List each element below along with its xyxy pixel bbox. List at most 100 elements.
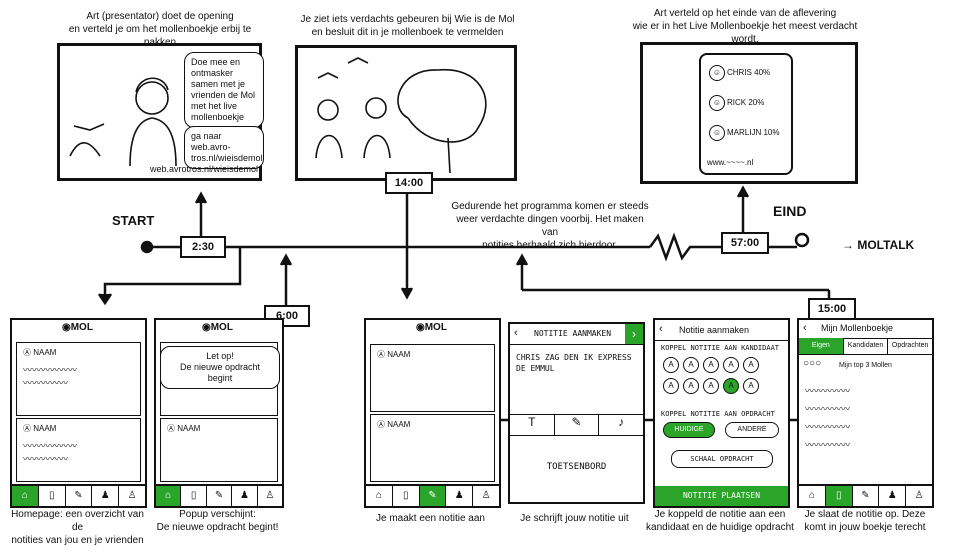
pen-icon[interactable]: ✎ — [207, 486, 233, 506]
panel2-caption: Je ziet iets verdachts gebeuren bij Wie … — [300, 14, 515, 38]
back-icon[interactable]: ‹ — [514, 327, 518, 339]
time-2-30: 2:30 — [180, 236, 226, 258]
text-icon[interactable]: T — [510, 415, 555, 435]
profile-icon[interactable]: ♙ — [906, 486, 932, 506]
back-icon[interactable]: ‹ — [803, 322, 807, 334]
book-icon[interactable]: ▯ — [39, 486, 66, 506]
next-button[interactable]: › — [625, 324, 643, 344]
screen-homepage: ◉MOL Ⓐ NAAM 〰〰〰〰〰〰 〰〰〰〰〰 Ⓐ NAAM 〰〰〰〰〰〰 〰〰〰〰〰… — [10, 318, 147, 508]
tab-bar: ⌂ ▯ ✎ ♟ ♙ — [799, 484, 932, 506]
note-card[interactable]: Ⓐ NAAM — [370, 344, 495, 412]
home-icon[interactable]: ⌂ — [366, 486, 393, 506]
mid-caption: Gedurende het programma komen er steeds … — [451, 201, 649, 251]
current-task-button[interactable]: HUIDIGE — [663, 422, 715, 438]
popup-message[interactable]: Let op! De nieuwe opdracht begint — [160, 346, 280, 389]
logo-icon: ◉MOL — [62, 322, 93, 333]
mic-icon[interactable]: ♪ — [599, 415, 643, 435]
screen-popup: ◉MOL Ⓐ NAAM Let op! De nieuwe opdracht b… — [154, 318, 284, 508]
note-card[interactable]: Ⓐ NAAM — [370, 414, 495, 482]
book-tabs: Eigen Kandidaten Opdrachten — [799, 338, 932, 355]
candidate-avatar[interactable]: A — [743, 357, 759, 373]
tab-bar: ⌂ ▯ ✎ ♟ ♙ — [366, 484, 499, 506]
panel1-frame: Doe mee en ontmasker samen met je vriend… — [57, 43, 264, 181]
screen-my-book: ‹ Mijn Mollenboekje Eigen Kandidaten Opd… — [797, 318, 934, 508]
candidate-avatar-selected[interactable]: A — [723, 378, 739, 394]
candidate-avatar[interactable]: A — [663, 378, 679, 394]
candidate-avatar[interactable]: A — [683, 378, 699, 394]
panel1-url: web.avrotros.nl/wieisdemol — [150, 164, 259, 174]
candidate-avatar[interactable]: A — [663, 357, 679, 373]
tab-eigen[interactable]: Eigen — [799, 338, 844, 354]
avatar-icon: Ⓐ — [377, 420, 388, 429]
pen-icon[interactable]: ✎ — [419, 486, 447, 506]
book-icon[interactable]: ▯ — [825, 486, 853, 506]
format-toolbar: T ✎ ♪ — [510, 414, 643, 436]
logo-icon: ◉MOL — [416, 322, 447, 333]
home-icon[interactable]: ⌂ — [156, 486, 182, 506]
keyboard-area[interactable]: TOETSENBORD — [510, 462, 643, 472]
url-bubble: ga naar web.avro-tros.nl/wieisdemol — [184, 126, 264, 169]
home-icon[interactable]: ⌂ — [12, 486, 39, 506]
pen-icon[interactable]: ✎ — [66, 486, 93, 506]
top3-label: Mijn top 3 Mollen — [839, 362, 892, 369]
tab-bar: ⌂ ▯ ✎ ♟ ♙ — [156, 484, 282, 506]
suspicious-scene-sketch — [315, 57, 487, 174]
profile-icon[interactable]: ♙ — [473, 486, 499, 506]
back-icon[interactable]: ‹ — [659, 323, 663, 335]
profile-icon[interactable]: ♙ — [119, 486, 145, 506]
place-note-button[interactable]: NOTITIE PLAATSEN — [655, 486, 788, 506]
note-card[interactable]: Ⓐ NAAM 〰〰〰〰〰〰 〰〰〰〰〰 — [16, 418, 141, 482]
panel2-frame — [295, 45, 517, 181]
avatar-icon: Ⓐ — [377, 350, 388, 359]
top3-avatars: ○○○ — [803, 358, 822, 369]
group-icon[interactable]: ♟ — [446, 486, 474, 506]
suspect-1: ☺ CHRIS 40% — [707, 63, 770, 83]
panel3-frame: ☺ CHRIS 40% ☺ RICK 20% ☺ MARLIJN 10% www.~~… — [640, 42, 858, 184]
moltalk-label: → MOLTALK — [842, 238, 915, 252]
book-header: ‹ Mijn Mollenboekje — [799, 320, 932, 339]
book-icon[interactable]: ▯ — [181, 486, 207, 506]
panel3-caption: Art verteld op het einde van de afleveri… — [632, 8, 858, 45]
results-url: www.~~~~.nl — [707, 158, 754, 167]
candidate-avatar[interactable]: A — [703, 378, 719, 394]
group-icon[interactable]: ♟ — [879, 486, 907, 506]
avatar-icon: Ⓐ — [167, 424, 178, 433]
link-task-label: KOPPEL NOTITIE AAN OPDRACHT — [661, 410, 775, 418]
other-task-button[interactable]: ANDERE — [725, 422, 779, 438]
task-option[interactable]: SCHAAL OPDRACHT — [671, 450, 773, 468]
group-icon[interactable]: ♟ — [232, 486, 258, 506]
draw-icon[interactable]: ✎ — [555, 415, 600, 435]
notes-list: 〰〰〰〰〰 〰〰〰〰〰 〰〰〰〰〰 〰〰〰〰〰 — [805, 386, 851, 450]
tab-kandidaten[interactable]: Kandidaten — [844, 338, 889, 354]
note-card[interactable]: Ⓐ NAAM — [160, 418, 278, 482]
group-icon[interactable]: ♟ — [92, 486, 120, 506]
screen-write-note: ‹ NOTITIE AANMAKEN › CHRIS ZAG DEN IK EX… — [508, 322, 645, 504]
candidate-avatar[interactable]: A — [683, 357, 699, 373]
screen2-caption: Popup verschijnt: De nieuwe opdracht beg… — [156, 509, 279, 533]
tab-opdrachten[interactable]: Opdrachten — [888, 338, 932, 354]
pen-icon[interactable]: ✎ — [853, 486, 880, 506]
note-card[interactable]: Ⓐ NAAM 〰〰〰〰〰〰 〰〰〰〰〰 — [16, 342, 141, 416]
home-icon[interactable]: ⌂ — [799, 486, 826, 506]
tab-bar: ⌂ ▯ ✎ ♟ ♙ — [12, 484, 145, 506]
time-15-00: 15:00 — [808, 298, 856, 320]
link-candidate-label: KOPPEL NOTITIE AAN KANDIDAAT — [661, 344, 780, 352]
candidate-avatar[interactable]: A — [723, 357, 739, 373]
candidate-avatar[interactable]: A — [703, 357, 719, 373]
candidate-avatar[interactable]: A — [743, 378, 759, 394]
screen5-caption: Je koppeld de notitie aan een kandidaat … — [646, 509, 794, 533]
candidate-grid: AAAAA AAAAA — [661, 354, 783, 396]
note-text-input[interactable]: CHRIS ZAG DEN IK EXPRESS DE EMMUL — [516, 352, 636, 374]
link-header: ‹ Notitie aanmaken — [655, 320, 788, 341]
link-title: Notitie aanmaken — [679, 325, 750, 335]
suspect-3: ☺ MARLIJN 10% — [707, 123, 779, 143]
avatar-icon: Ⓐ — [23, 348, 34, 357]
screen-link-note: ‹ Notitie aanmaken KOPPEL NOTITIE AAN KA… — [653, 318, 790, 508]
presenter-bubble: Doe mee en ontmasker samen met je vriend… — [184, 52, 264, 128]
avatar-icon: Ⓐ — [23, 424, 34, 433]
profile-icon[interactable]: ♙ — [258, 486, 282, 506]
time-57-00: 57:00 — [721, 232, 769, 254]
book-icon[interactable]: ▯ — [393, 486, 420, 506]
avatar-icon: ☺ — [709, 125, 725, 141]
avatar-icon: ☺ — [709, 95, 725, 111]
